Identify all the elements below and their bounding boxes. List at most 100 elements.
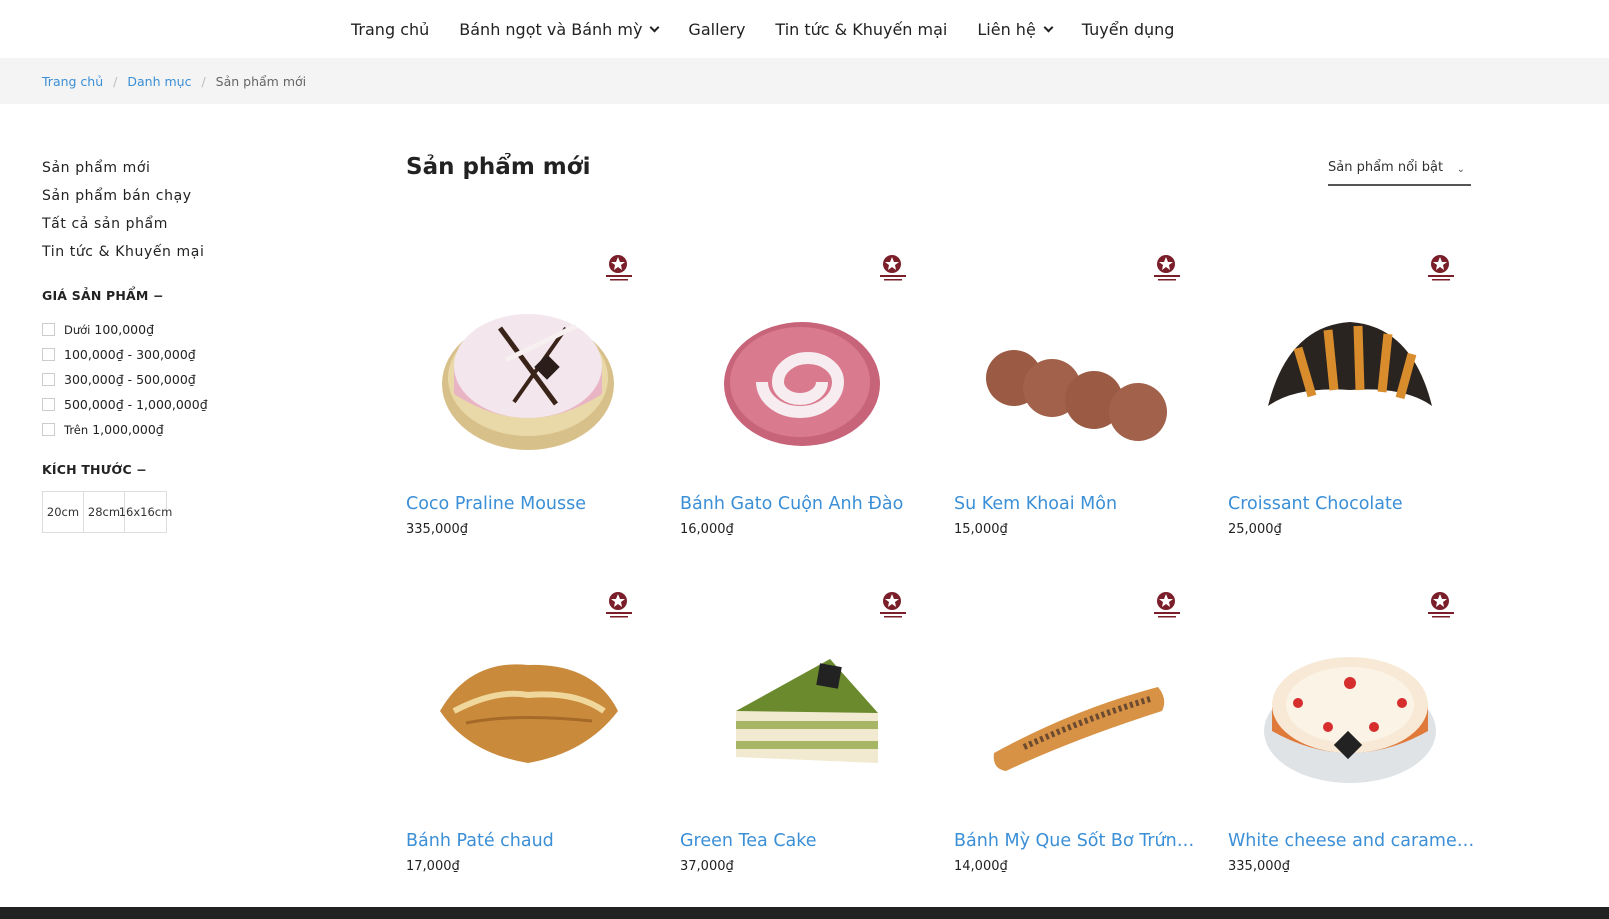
product-image[interactable]	[680, 573, 924, 823]
product-price: 37,000₫	[680, 859, 734, 874]
product-photo	[986, 255, 1180, 441]
breadcrumb-bar: Trang chủ / Danh mục / Sản phẩm mới	[0, 58, 1609, 104]
main-nav: Trang chủ Bánh ngọt và Bánh mỳ Gallery T…	[0, 0, 1609, 58]
sidebar-item-news[interactable]: Tin tức & Khuyến mại	[42, 242, 342, 270]
price-prefix: Dưới	[64, 322, 91, 337]
price-checkbox[interactable]	[42, 423, 55, 436]
product-card[interactable]: Bánh Gato Cuộn Anh Đào 16,000₫	[680, 236, 924, 537]
price-option-300k-500k[interactable]: 300,000₫ - 500,000₫	[42, 367, 342, 392]
sidebar-item-best-sellers[interactable]: Sản phẩm bán chạy	[42, 186, 342, 214]
product-photo	[993, 592, 1180, 771]
sidebar-item-all-products[interactable]: Tất cả sản phẩm	[42, 214, 342, 242]
product-name-link[interactable]: Bánh Mỳ Que Sốt Bơ Trứng Gà	[954, 831, 1204, 851]
product-card[interactable]: Bánh Paté chaud 17,000₫	[406, 573, 650, 874]
product-image[interactable]	[1228, 236, 1472, 486]
product-photo	[1264, 592, 1454, 783]
brand-watermark-icon	[1154, 592, 1180, 618]
nav-label: Liên hệ	[977, 20, 1036, 39]
product-image[interactable]	[406, 236, 650, 486]
product-image[interactable]	[680, 236, 924, 486]
brand-watermark-icon	[606, 592, 632, 618]
product-photo	[442, 255, 632, 450]
nav-item-contact[interactable]: Liên hệ	[977, 20, 1054, 39]
product-name-link[interactable]: Su Kem Khoai Môn	[954, 494, 1204, 514]
size-options: 20cm 28cm 16x16cm	[42, 491, 342, 533]
nav-item-cakes-breads[interactable]: Bánh ngọt và Bánh mỳ	[459, 20, 660, 39]
product-image[interactable]	[954, 573, 1198, 823]
price-filter-title[interactable]: GIÁ SẢN PHẨM −	[42, 288, 342, 303]
product-price: 335,000₫	[406, 522, 469, 537]
price-checkbox[interactable]	[42, 373, 55, 386]
nav-label: Bánh ngọt và Bánh mỳ	[459, 20, 643, 39]
price-option-500k-1m[interactable]: 500,000₫ - 1,000,000₫	[42, 392, 342, 417]
price-option-under-100k[interactable]: Dưới 100,000₫	[42, 317, 342, 342]
product-card[interactable]: Croissant Chocolate 25,000₫	[1228, 236, 1472, 537]
price-prefix: Trên	[64, 422, 89, 437]
product-price: 335,000₫	[1228, 859, 1291, 874]
product-image[interactable]	[1228, 573, 1472, 823]
product-price: 16,000₫	[680, 522, 734, 537]
price-range: 100,000₫ - 300,000₫	[64, 347, 196, 362]
product-card[interactable]: Green Tea Cake 37,000₫	[680, 573, 924, 874]
product-card[interactable]: Coco Praline Mousse 335,000₫	[406, 236, 650, 537]
product-price: 17,000₫	[406, 859, 460, 874]
page-title: Sản phẩm mới	[406, 154, 591, 180]
breadcrumb-category-link[interactable]: Danh mục	[127, 74, 191, 89]
sort-label: Sản phẩm nổi bật	[1328, 160, 1444, 175]
chevron-down-icon	[649, 22, 660, 33]
sidebar-item-new-products[interactable]: Sản phẩm mới	[42, 158, 342, 186]
nav-item-gallery[interactable]: Gallery	[688, 20, 745, 39]
sidebar: Sản phẩm mới Sản phẩm bán chạy Tất cả sả…	[42, 158, 342, 533]
brand-watermark-icon	[1154, 255, 1180, 281]
brand-watermark-icon	[606, 255, 632, 281]
product-name-link[interactable]: White cheese and caramel tart	[1228, 831, 1478, 851]
size-filter-title[interactable]: KÍCH THƯỚC −	[42, 462, 342, 477]
nav-label: Gallery	[688, 20, 746, 39]
product-card[interactable]: White cheese and caramel tart 335,000₫	[1228, 573, 1478, 874]
sort-select[interactable]: Sản phẩm nổi bật ⌄	[1328, 160, 1471, 186]
price-range: 500,000₫ - 1,000,000₫	[64, 397, 208, 412]
price-checkbox[interactable]	[42, 348, 55, 361]
product-photo	[440, 592, 632, 763]
product-image[interactable]	[406, 573, 650, 823]
size-option-16x16cm[interactable]: 16x16cm	[119, 491, 172, 533]
breadcrumb-home-link[interactable]: Trang chủ	[42, 74, 103, 89]
product-name-link[interactable]: Bánh Gato Cuộn Anh Đào	[680, 494, 930, 514]
price-option-over-1m[interactable]: Trên 1,000,000₫	[42, 417, 342, 442]
nav-label: Tuyển dụng	[1081, 20, 1175, 39]
brand-watermark-icon	[880, 255, 906, 281]
chevron-down-icon: ⌄	[1456, 164, 1465, 175]
product-card[interactable]: Su Kem Khoai Môn 15,000₫	[954, 236, 1198, 537]
nav-label: Trang chủ	[351, 20, 430, 39]
breadcrumb-separator: /	[201, 74, 206, 89]
price-checkbox[interactable]	[42, 323, 55, 336]
price-range: 100,000₫	[94, 322, 155, 337]
product-price: 15,000₫	[954, 522, 1008, 537]
nav-item-news[interactable]: Tin tức & Khuyến mại	[775, 20, 947, 39]
nav-item-careers[interactable]: Tuyển dụng	[1082, 20, 1175, 39]
breadcrumb: Trang chủ / Danh mục / Sản phẩm mới	[42, 74, 306, 89]
product-card[interactable]: Bánh Mỳ Que Sốt Bơ Trứng Gà 14,000₫	[954, 573, 1204, 874]
size-option-20cm[interactable]: 20cm	[42, 491, 84, 533]
chevron-down-icon	[1043, 22, 1054, 33]
product-name-link[interactable]: Bánh Paté chaud	[406, 831, 656, 851]
product-photo	[736, 592, 906, 763]
breadcrumb-separator: /	[113, 74, 118, 89]
brand-watermark-icon	[1428, 592, 1454, 618]
price-checkbox[interactable]	[42, 398, 55, 411]
product-photo	[1268, 255, 1454, 406]
breadcrumb-current: Sản phẩm mới	[215, 74, 307, 89]
price-range: 300,000₫ - 500,000₫	[64, 372, 196, 387]
price-range: 1,000,000₫	[92, 422, 164, 437]
product-image[interactable]	[954, 236, 1198, 486]
brand-watermark-icon	[1428, 255, 1454, 281]
nav-label: Tin tức & Khuyến mại	[775, 20, 948, 39]
product-price: 14,000₫	[954, 859, 1008, 874]
product-photo	[724, 255, 906, 446]
price-option-100k-300k[interactable]: 100,000₫ - 300,000₫	[42, 342, 342, 367]
brand-watermark-icon	[880, 592, 906, 618]
nav-item-home[interactable]: Trang chủ	[351, 20, 429, 39]
product-name-link[interactable]: Coco Praline Mousse	[406, 494, 656, 514]
product-name-link[interactable]: Green Tea Cake	[680, 831, 930, 851]
product-name-link[interactable]: Croissant Chocolate	[1228, 494, 1478, 514]
